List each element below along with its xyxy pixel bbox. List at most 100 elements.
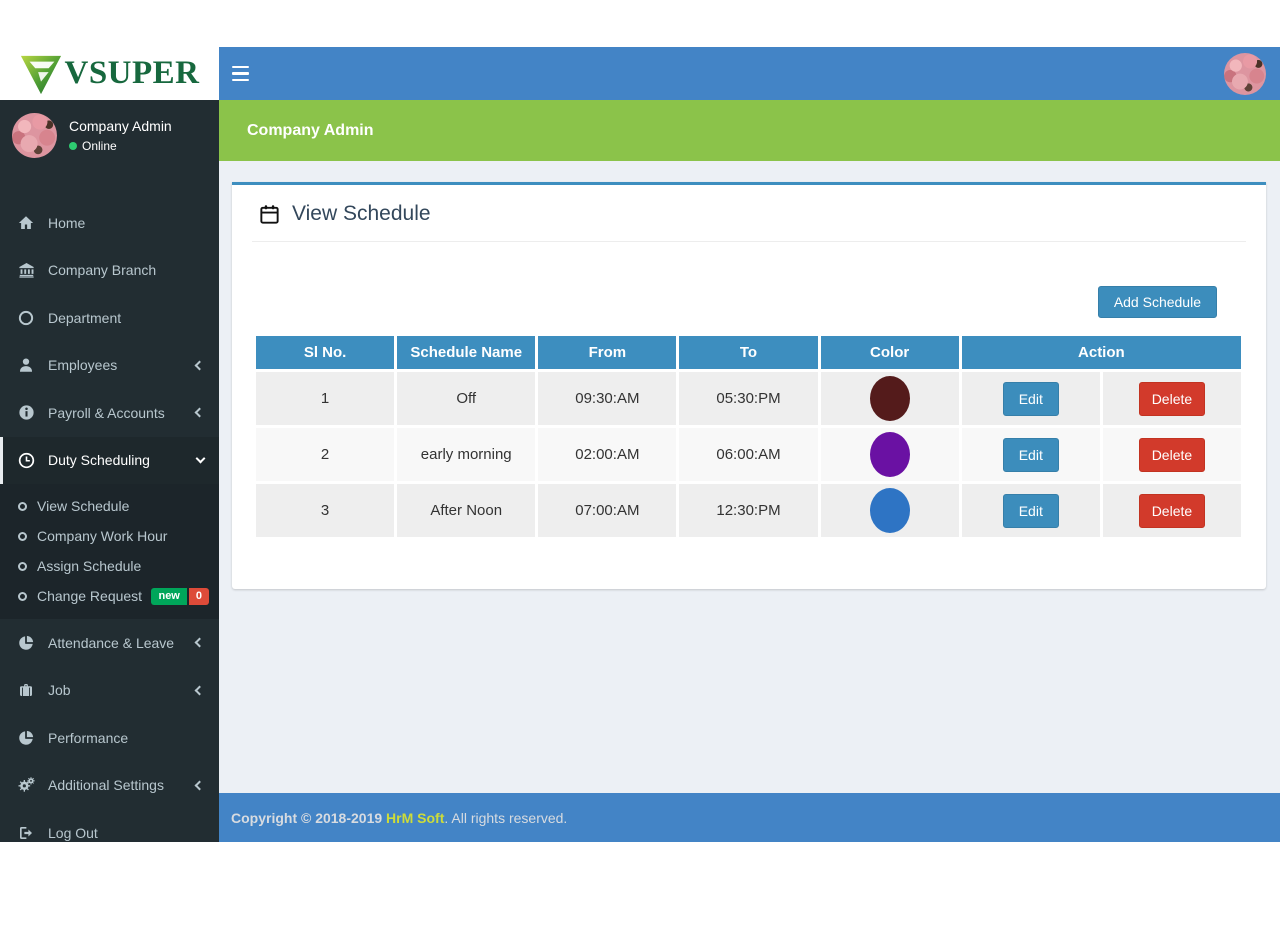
delete-button[interactable]: Delete [1139,438,1205,472]
sidebar-item-log-out[interactable]: Log Out [0,809,219,842]
user-icon [16,355,36,375]
bank-icon [16,260,36,280]
sidebar-item-additional-settings[interactable]: Additional Settings [0,762,219,810]
main-area: Company Admin View Schedule [219,100,1280,842]
edit-button[interactable]: Edit [1003,382,1059,416]
submenu-item-label: View Schedule [37,498,129,514]
cell-from: 02:00:AM [538,428,676,481]
sidebar-item-label: Home [48,215,85,231]
circle-outline-icon [18,562,27,571]
header-schedule-name: Schedule Name [397,336,535,369]
cell-schedule-name: Off [397,372,535,425]
cell-schedule-name: After Noon [397,484,535,537]
cell-to: 12:30:PM [679,484,817,537]
online-status-dot [69,142,77,150]
sidebar-item-department[interactable]: Department [0,294,219,342]
view-schedule-card: View Schedule Add Schedule Sl No. Schedu… [232,182,1266,589]
table-row: 2 early morning 02:00:AM 06:00:AM Edit D… [256,428,1241,481]
cell-sl-no: 3 [256,484,394,537]
info-circle-icon [16,403,36,423]
sidebar-item-label: Performance [48,730,128,746]
chevron-left-icon [195,360,205,370]
delete-button[interactable]: Delete [1139,494,1205,528]
edit-button[interactable]: Edit [1003,494,1059,528]
circle-outline-icon [18,532,27,541]
rights-text: . All rights reserved. [444,810,567,826]
chevron-left-icon [195,638,205,648]
page-header: Company Admin [219,100,1280,161]
sidebar-item-label: Company Branch [48,262,156,278]
circle-outline-icon [18,502,27,511]
delete-button[interactable]: Delete [1139,382,1205,416]
sidebar: Company Admin Online Home [0,100,219,842]
table-header-row: Sl No. Schedule Name From To Color Actio… [256,336,1241,369]
duty-scheduling-submenu: View Schedule Company Work Hour Assign S… [0,484,219,619]
brand-logo-text: VSUPER [64,55,199,92]
submenu-item-company-work-hour[interactable]: Company Work Hour [0,521,219,551]
cell-to: 05:30:PM [679,372,817,425]
chevron-left-icon [195,780,205,790]
submenu-item-change-request[interactable]: Change Request new 0 [0,581,219,611]
sidebar-user-panel: Company Admin Online [0,100,219,173]
brand-name: HrM Soft [386,810,444,826]
sidebar-item-label: Payroll & Accounts [48,405,165,421]
chevron-left-icon [195,408,205,418]
header-to: To [679,336,817,369]
calendar-icon [258,203,281,226]
gears-icon [16,775,36,795]
sidebar-item-payroll-accounts[interactable]: Payroll & Accounts [0,389,219,437]
sidebar-item-job[interactable]: Job [0,667,219,715]
brand-logo-icon [19,52,63,96]
brand-logo[interactable]: VSUPER [0,47,219,100]
header-action: Action [962,336,1241,369]
clock-icon [16,450,36,470]
submenu-item-assign-schedule[interactable]: Assign Schedule [0,551,219,581]
submenu-item-view-schedule[interactable]: View Schedule [0,491,219,521]
sidebar-item-company-branch[interactable]: Company Branch [0,247,219,295]
sidebar-item-duty-scheduling[interactable]: Duty Scheduling [0,437,219,485]
header-sl-no: Sl No. [256,336,394,369]
home-icon [16,213,36,233]
sidebar-user-avatar[interactable] [12,113,57,158]
online-status-label: Online [82,139,117,153]
submenu-item-label: Assign Schedule [37,558,141,574]
schedule-color-swatch [870,432,910,477]
cell-from: 07:00:AM [538,484,676,537]
briefcase-icon [16,680,36,700]
sidebar-item-attendance-leave[interactable]: Attendance & Leave [0,619,219,667]
table-row: 1 Off 09:30:AM 05:30:PM Edit Delete [256,372,1241,425]
chevron-down-icon [196,454,206,464]
header-color: Color [821,336,959,369]
schedule-color-swatch [870,488,910,533]
circle-outline-icon [16,308,36,328]
header-from: From [538,336,676,369]
sign-out-icon [16,823,36,842]
cell-sl-no: 2 [256,428,394,481]
sidebar-menu: Home Company Branch Department [0,199,219,842]
sidebar-item-employees[interactable]: Employees [0,342,219,390]
submenu-item-label: Company Work Hour [37,528,167,544]
change-request-badges: new 0 [151,588,209,605]
sidebar-item-label: Attendance & Leave [48,635,174,651]
sidebar-item-label: Department [48,310,121,326]
sidebar-item-label: Additional Settings [48,777,164,793]
sidebar-item-performance[interactable]: Performance [0,714,219,762]
cell-to: 06:00:AM [679,428,817,481]
content-area: View Schedule Add Schedule Sl No. Schedu… [219,161,1280,793]
top-bar: VSUPER [0,47,1280,100]
pie-chart-icon [16,728,36,748]
table-row: 3 After Noon 07:00:AM 12:30:PM Edit Dele… [256,484,1241,537]
chevron-left-icon [195,685,205,695]
add-schedule-button[interactable]: Add Schedule [1098,286,1217,318]
new-badge: new [151,588,186,605]
sidebar-item-home[interactable]: Home [0,199,219,247]
copyright-text: Copyright © 2018-2019 [231,810,386,826]
edit-button[interactable]: Edit [1003,438,1059,472]
footer: Copyright © 2018-2019 HrM Soft. All righ… [219,793,1280,842]
navbar [219,47,1280,100]
submenu-item-label: Change Request [37,588,142,604]
page-title: Company Admin [247,122,374,140]
navbar-user-avatar[interactable] [1224,53,1266,95]
count-badge: 0 [189,588,209,605]
sidebar-toggle-button[interactable] [232,61,258,87]
